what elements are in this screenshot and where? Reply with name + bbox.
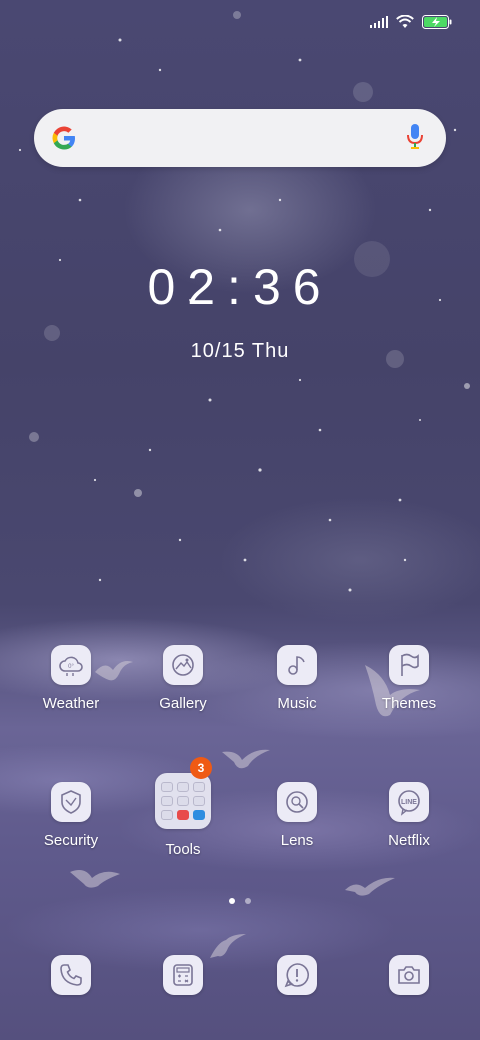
message-alert-icon xyxy=(284,963,309,988)
cloud-icon: 0° xyxy=(59,656,83,676)
clock-time[interactable]: 02:36 xyxy=(0,258,480,316)
clock-date[interactable]: 10/15 Thu xyxy=(0,340,480,363)
app-label: Weather xyxy=(42,695,100,712)
image-icon xyxy=(172,654,194,676)
mini-app-icon xyxy=(193,782,205,792)
mini-app-icon xyxy=(177,782,189,792)
app-security[interactable]: Security xyxy=(16,782,126,849)
home-screen: 02:36 10/15 Thu 0° Weather Gallery Music… xyxy=(0,0,480,1040)
wifi-icon xyxy=(396,15,414,28)
line-icon: LINE xyxy=(398,790,420,816)
app-tile[interactable] xyxy=(51,955,91,995)
app-tile[interactable] xyxy=(389,645,429,685)
svg-text:0°: 0° xyxy=(68,664,74,670)
calculator-icon xyxy=(173,964,193,986)
app-weather[interactable]: 0° Weather xyxy=(16,645,126,712)
flag-icon xyxy=(401,653,419,676)
app-label: Themes xyxy=(381,695,437,712)
dock-camera[interactable] xyxy=(354,955,464,995)
page-indicator[interactable] xyxy=(0,898,480,904)
app-label: Tools xyxy=(165,841,201,858)
app-themes[interactable]: Themes xyxy=(354,645,464,712)
mini-app-icon xyxy=(161,810,173,820)
app-music[interactable]: Music xyxy=(242,645,352,712)
mini-app-icon xyxy=(193,810,205,820)
lens-icon xyxy=(286,791,308,813)
page-dot-active[interactable] xyxy=(229,898,235,904)
app-label: Gallery xyxy=(159,695,207,712)
app-lens[interactable]: Lens xyxy=(242,782,352,849)
app-tile[interactable] xyxy=(163,645,203,685)
app-tile[interactable]: LINE xyxy=(389,782,429,822)
shield-icon xyxy=(61,790,81,814)
app-tile[interactable] xyxy=(389,955,429,995)
mini-app-icon xyxy=(161,782,173,792)
app-tile[interactable] xyxy=(277,645,317,685)
google-logo xyxy=(52,126,75,150)
dock-phone[interactable] xyxy=(16,955,126,995)
app-tile[interactable] xyxy=(277,955,317,995)
app-label: Security xyxy=(43,832,99,849)
app-gallery[interactable]: Gallery xyxy=(128,645,238,712)
app-label: Music xyxy=(277,695,317,712)
camera-icon xyxy=(398,966,420,984)
dock-messages[interactable] xyxy=(242,955,352,995)
microphone-icon[interactable] xyxy=(406,123,424,151)
google-search-bar[interactable] xyxy=(34,109,446,167)
app-label: Netflix xyxy=(388,832,430,849)
mini-app-icon xyxy=(177,796,189,806)
app-tile[interactable]: 0° xyxy=(51,645,91,685)
music-note-icon xyxy=(288,656,305,675)
status-bar xyxy=(370,12,452,32)
battery-charging-icon xyxy=(422,15,452,29)
folder-icon[interactable] xyxy=(155,773,211,829)
line-icon-text: LINE xyxy=(401,799,417,806)
app-netflix[interactable]: LINE Netflix xyxy=(354,782,464,849)
phone-icon xyxy=(60,964,82,986)
mini-app-icon xyxy=(161,796,173,806)
signal-icon xyxy=(370,16,388,28)
app-tile[interactable] xyxy=(277,782,317,822)
app-label: Lens xyxy=(280,832,314,849)
app-tools-folder[interactable]: 3 Tools xyxy=(128,757,238,858)
app-tile[interactable] xyxy=(163,955,203,995)
mini-app-icon xyxy=(193,796,205,806)
dock-calculator[interactable] xyxy=(128,955,238,995)
app-tile[interactable] xyxy=(51,782,91,822)
page-dot[interactable] xyxy=(245,898,251,904)
notification-badge: 3 xyxy=(190,757,212,779)
mini-app-icon xyxy=(177,810,189,820)
